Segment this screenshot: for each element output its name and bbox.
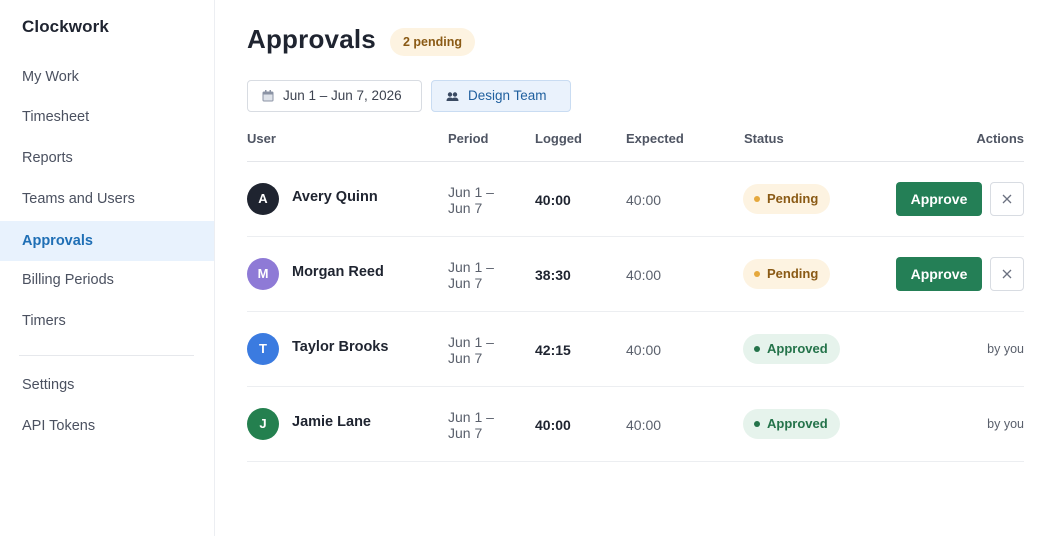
status-label: Approved [767, 341, 828, 356]
status-dot [754, 196, 760, 202]
close-icon [1002, 269, 1012, 279]
sidebar-item-api-tokens[interactable]: API Tokens [0, 406, 214, 446]
logged-hours: 38:30 [535, 267, 571, 283]
period-start: Jun 1 – [448, 409, 494, 425]
logged-hours: 42:15 [535, 342, 571, 358]
status-label: Pending [767, 266, 819, 281]
sidebar-item-timers[interactable]: Timers [0, 301, 214, 341]
period-end: Jun 7 [448, 200, 483, 216]
avatar: M [247, 258, 279, 290]
date-range-label: Jun 1 – Jun 7, 2026 [283, 88, 402, 103]
avatar: A [247, 183, 279, 215]
date-range-filter[interactable]: Jun 1 – Jun 7, 2026 [247, 80, 422, 112]
status-badge: Pending [743, 184, 831, 214]
table-header: User Period Logged Expected Status Actio… [247, 124, 1024, 162]
sidebar-item-approvals[interactable]: Approvals [0, 221, 214, 261]
expected-hours: 40:00 [626, 267, 662, 283]
period-end: Jun 7 [448, 350, 483, 366]
sidebar-item-billing-periods[interactable]: Billing Periods [0, 260, 214, 300]
sidebar-item-my-work[interactable]: My Work [0, 57, 214, 97]
users-icon [446, 91, 459, 101]
period-start: Jun 1 – [448, 184, 494, 200]
calendar-icon [262, 90, 274, 102]
team-filter[interactable]: Design Team [431, 80, 571, 112]
avatar: T [247, 333, 279, 365]
period-end: Jun 7 [448, 275, 483, 291]
status-dot [754, 421, 760, 427]
table-row: T Taylor Brooks Jun 1 – Jun 7 42:15 40:0… [247, 312, 1024, 387]
period: Jun 1 – Jun 7 [448, 334, 518, 366]
status-badge: Pending [743, 259, 831, 289]
approve-button[interactable]: Approve [896, 257, 982, 291]
pending-count-badge: 2 pending [390, 28, 476, 56]
brand-logo: Clockwork [22, 17, 109, 36]
user-name: Morgan Reed [292, 264, 384, 280]
status-label: Approved [767, 416, 828, 431]
column-user: User [247, 131, 276, 146]
expected-hours: 40:00 [626, 192, 662, 208]
table-row: M Morgan Reed Jun 1 – Jun 7 38:30 40:00 … [247, 237, 1024, 312]
avatar: J [247, 408, 279, 440]
column-logged: Logged [535, 131, 582, 146]
status-badge: Approved [743, 334, 840, 364]
period: Jun 1 – Jun 7 [448, 184, 518, 216]
sidebar-item-teams-and-users[interactable]: Teams and Users [0, 179, 214, 219]
status-dot [754, 271, 760, 277]
approved-by: by you [987, 417, 1024, 431]
status-dot [754, 346, 760, 352]
period: Jun 1 – Jun 7 [448, 409, 518, 441]
logged-hours: 40:00 [535, 417, 571, 433]
status-badge: Approved [743, 409, 840, 439]
logged-hours: 40:00 [535, 192, 571, 208]
table-row: J Jamie Lane Jun 1 – Jun 7 40:00 40:00 A… [247, 387, 1024, 462]
sidebar-divider [19, 355, 194, 356]
user-name: Taylor Brooks [292, 339, 389, 355]
approve-button[interactable]: Approve [896, 182, 982, 216]
approved-by: by you [987, 342, 1024, 356]
period-start: Jun 1 – [448, 334, 494, 350]
expected-hours: 40:00 [626, 417, 662, 433]
column-expected: Expected [626, 131, 684, 146]
sidebar-item-timesheet[interactable]: Timesheet [0, 97, 214, 137]
close-icon [1002, 194, 1012, 204]
status-label: Pending [767, 191, 819, 206]
sidebar: Clockwork My Work Timesheet Reports Team… [0, 0, 215, 536]
reject-button[interactable] [990, 182, 1024, 216]
expected-hours: 40:00 [626, 342, 662, 358]
column-period: Period [448, 131, 489, 146]
period: Jun 1 – Jun 7 [448, 259, 518, 291]
column-actions: Actions [976, 131, 1024, 146]
period-end: Jun 7 [448, 425, 483, 441]
user-name: Jamie Lane [292, 414, 371, 430]
user-name: Avery Quinn [292, 189, 378, 205]
period-start: Jun 1 – [448, 259, 494, 275]
page-title: Approvals [247, 24, 376, 54]
column-status: Status [744, 131, 784, 146]
sidebar-item-reports[interactable]: Reports [0, 138, 214, 178]
sidebar-item-settings[interactable]: Settings [0, 365, 214, 405]
reject-button[interactable] [990, 257, 1024, 291]
table-row: A Avery Quinn Jun 1 – Jun 7 40:00 40:00 … [247, 162, 1024, 237]
team-label: Design Team [468, 88, 547, 103]
